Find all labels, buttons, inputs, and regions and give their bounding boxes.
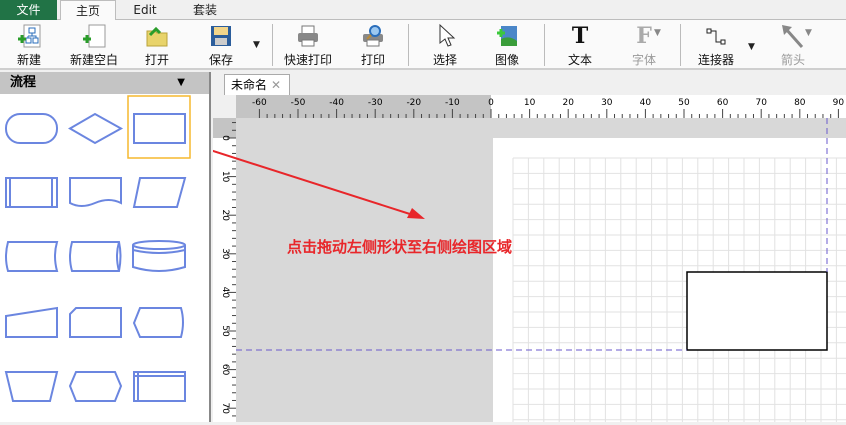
print-preview-icon [356,23,390,49]
shape-terminator[interactable] [5,113,58,144]
ruler-label: -30 [368,98,383,108]
ruler-label: 60 [220,364,230,376]
cursor-arrow-icon [428,23,462,49]
separator [272,24,273,66]
shape-library-panel: 流程 ▼ [0,72,211,422]
ruler-label: -20 [406,98,421,108]
arrow-dropdown-icon[interactable]: ▼ [805,28,812,38]
new-diagram-icon [12,23,46,49]
instruction-annotation: 点击拖动左侧形状至右侧绘图区域 [287,238,512,256]
print-button[interactable]: 打印 [356,23,390,68]
chevron-down-icon[interactable]: ▼ [177,72,185,94]
ruler-label: 80 [794,98,806,108]
menu-home[interactable]: 主页 [60,0,116,21]
shape-manual-operation[interactable] [4,371,59,402]
ruler-label: 40 [220,287,230,299]
shape-predefined-process[interactable] [5,177,58,208]
toolbar: 新建 新建空白 打开 保存 ▼ 快速打印 打印 选择 图像 T 文本 F 字体 … [0,20,846,70]
shape-gallery [4,95,191,402]
ruler-label: 70 [220,402,230,414]
ruler-label: -60 [252,98,267,108]
ruler-label: 70 [755,98,767,108]
ruler-label: 0 [220,135,230,141]
menu-edit[interactable]: Edit [125,0,165,20]
tab-untitled[interactable]: 未命名 ✕ [224,74,290,95]
connector-dropdown-icon[interactable]: ▼ [748,42,755,52]
menu-suite[interactable]: 套装 [185,0,225,20]
open-button[interactable]: 打开 [140,23,174,68]
shape-manual-input[interactable] [5,306,58,338]
floppy-disk-icon [204,23,238,49]
save-dropdown-icon[interactable]: ▼ [253,40,260,50]
select-button[interactable]: 选择 [428,23,462,68]
drawing-canvas[interactable]: -60 -50 -40 -30 -20 -10 0 10 20 30 40 50 60 70 80 90 0 10… [213,95,846,422]
selection-highlight [127,95,191,159]
separator [544,24,545,66]
shape-card[interactable] [69,307,122,338]
shape-category-header[interactable]: 流程 ▼ [0,72,209,94]
ruler-label: 50 [220,325,230,337]
image-icon [490,23,524,49]
connector-icon [696,23,736,49]
folder-icon [140,23,174,49]
shape-decision[interactable] [68,112,124,145]
shape-process[interactable] [133,113,186,144]
shape-display[interactable] [132,307,184,338]
ruler-label: 60 [717,98,729,108]
ruler-label: 10 [220,171,230,183]
ruler-label: -50 [291,98,306,108]
quick-print-button[interactable]: 快速打印 [282,23,334,68]
font-dropdown-icon[interactable]: ▼ [654,28,661,38]
ruler-label: -10 [445,98,460,108]
shape-stored-data[interactable] [5,241,59,272]
menu-file[interactable]: 文件 [0,0,57,20]
shape-preparation[interactable] [68,371,123,402]
separator [408,24,409,66]
printer-icon [282,23,334,49]
ruler-label: -40 [329,98,344,108]
separator [680,24,681,66]
shape-data[interactable] [132,177,187,208]
shape-database[interactable] [132,240,186,272]
shape-direct-access[interactable] [69,241,122,272]
text-t-icon: T [571,23,589,49]
ruler-label: 20 [562,98,574,108]
placed-rectangle-shape[interactable] [686,271,828,351]
new-blank-button[interactable]: 新建空白 [66,23,122,68]
ruler-label: 0 [488,98,494,108]
shape-document[interactable] [69,177,122,207]
menu-bar: 文件 主页 Edit 套装 [0,0,846,21]
new-button[interactable]: 新建 [12,23,46,68]
text-button[interactable]: T 文本 [563,23,597,68]
ruler-label: 90 [833,98,845,108]
ruler-label: 50 [678,98,690,108]
ruler-label: 30 [220,248,230,260]
ruler-label: 20 [220,209,230,221]
ruler-label: 30 [601,98,613,108]
ruler-label: 40 [640,98,652,108]
connector-button[interactable]: 连接器 [696,23,736,68]
shape-internal-storage[interactable] [133,371,186,402]
save-button[interactable]: 保存 [204,23,238,68]
image-button[interactable]: 图像 [490,23,524,68]
ruler-label: 10 [524,98,536,108]
new-blank-icon [66,23,122,49]
close-icon[interactable]: ✕ [271,78,281,92]
